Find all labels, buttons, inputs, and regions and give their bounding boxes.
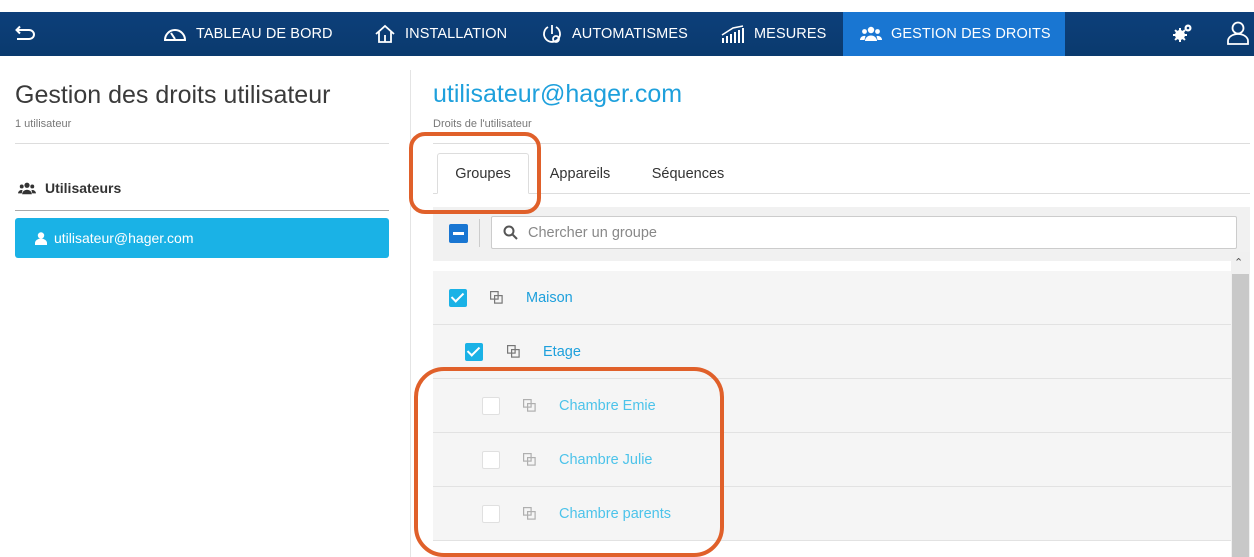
automation-icon — [543, 25, 561, 43]
divider — [15, 210, 389, 211]
house-icon — [375, 24, 395, 43]
page-title: Gestion des droits utilisateur — [15, 81, 331, 109]
search-input[interactable] — [528, 224, 1208, 241]
select-all-checkbox[interactable] — [449, 224, 468, 243]
tab-groupes[interactable]: Groupes — [437, 153, 529, 194]
users-group-icon — [860, 26, 882, 41]
group-icon — [523, 453, 536, 466]
back-arrow-icon[interactable] — [12, 22, 36, 46]
search-icon — [503, 225, 518, 240]
group-label: Chambre Julie — [559, 451, 653, 468]
tab-appareils[interactable]: Appareils — [538, 153, 622, 194]
tab-sequences[interactable]: Séquences — [640, 153, 736, 194]
group-row-etage[interactable]: Etage — [433, 325, 1231, 379]
group-icon — [507, 345, 520, 358]
group-row-chambre-parents[interactable]: Chambre parents — [433, 487, 1231, 541]
search-box — [491, 216, 1237, 249]
gears-settings-icon[interactable] — [1172, 22, 1194, 49]
nav-tab-tableau-de-bord[interactable]: TABLEAU DE BORD — [163, 12, 333, 56]
scrollbar-thumb[interactable] — [1232, 274, 1249, 557]
group-row-chambre-emie[interactable]: Chambre Emie — [433, 379, 1231, 433]
divider — [15, 143, 389, 144]
users-heading-label: Utilisateurs — [45, 180, 122, 196]
group-icon — [523, 399, 536, 412]
user-profile-icon[interactable] — [1226, 20, 1250, 51]
group-checkbox[interactable] — [465, 342, 483, 361]
group-label: Maison — [526, 289, 573, 306]
group-icon — [523, 507, 536, 520]
user-rights-subtitle: Droits de l'utilisateur — [433, 118, 532, 130]
group-checkbox[interactable] — [449, 288, 467, 307]
groups-toolbar — [433, 207, 1250, 261]
users-heading: Utilisateurs — [18, 180, 121, 196]
user-email-label: utilisateur@hager.com — [54, 230, 194, 246]
nav-label: INSTALLATION — [405, 26, 508, 42]
scroll-up-arrow-icon[interactable]: ⌃ — [1234, 256, 1243, 269]
nav-label: AUTOMATISMES — [572, 26, 688, 42]
nav-tab-mesures[interactable]: MESURES — [721, 12, 826, 56]
bar-chart-icon — [721, 25, 744, 43]
groups-list: Maison Etage Chambre Emie Chambre Julie … — [433, 261, 1231, 557]
nav-tab-gestion-des-droits[interactable]: GESTION DES DROITS — [843, 12, 1065, 56]
user-icon — [35, 231, 47, 245]
group-label: Chambre parents — [559, 505, 672, 522]
nav-tab-installation[interactable]: INSTALLATION — [374, 12, 507, 56]
user-count: 1 utilisateur — [15, 118, 72, 130]
user-list-item[interactable]: utilisateur@hager.com — [15, 218, 389, 258]
group-checkbox[interactable] — [482, 396, 500, 415]
selected-user-title: utilisateur@hager.com — [433, 80, 683, 108]
nav-tab-automatismes[interactable]: AUTOMATISMES — [541, 12, 688, 56]
dashboard-gauge-icon — [163, 29, 187, 41]
list-scrollbar[interactable]: ⌃ — [1231, 252, 1250, 557]
group-row-chambre-julie[interactable]: Chambre Julie — [433, 433, 1231, 487]
nav-label: MESURES — [754, 26, 827, 42]
group-label: Chambre Emie — [559, 397, 656, 414]
toolbar-divider — [479, 219, 480, 247]
divider — [433, 143, 1250, 144]
top-nav-bar: TABLEAU DE BORD INSTALLATION AUTOMATISME… — [0, 12, 1254, 56]
panel-separator — [410, 70, 411, 557]
group-checkbox[interactable] — [482, 504, 500, 523]
group-label: Etage — [543, 343, 581, 360]
nav-label: GESTION DES DROITS — [891, 26, 1051, 42]
nav-label: TABLEAU DE BORD — [196, 26, 333, 42]
users-group-icon — [18, 182, 36, 194]
group-row-maison[interactable]: Maison — [433, 271, 1231, 325]
group-icon — [490, 291, 503, 304]
group-checkbox[interactable] — [482, 450, 500, 469]
